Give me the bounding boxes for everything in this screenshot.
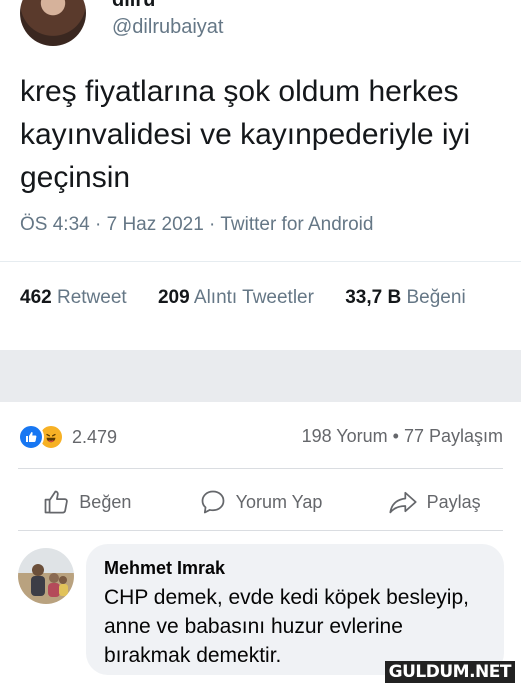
like-label: Beğeni	[406, 287, 466, 308]
tweet-text: kreş fiyatlarına şok oldum herkes kayınv…	[20, 75, 471, 194]
retweet-stat[interactable]: 462 Retweet	[20, 287, 127, 308]
divider	[18, 530, 503, 531]
thumbs-up-icon	[44, 490, 69, 514]
comment-icon	[201, 490, 225, 514]
tweet-display-name[interactable]: dilru	[112, 0, 155, 12]
section-separator	[0, 350, 521, 402]
comment-text: CHP demek, evde kedi köpek besleyip, ann…	[104, 586, 469, 667]
comment-button[interactable]: Yorum Yap	[174, 478, 348, 526]
quote-count: 209	[157, 287, 190, 308]
share-button-label: Paylaş	[426, 491, 481, 512]
comment-author-name[interactable]: Mehmet Imrak	[104, 558, 225, 579]
like-count: 33,7 B	[345, 287, 402, 308]
reactions-summary[interactable]: 2.479	[18, 424, 117, 450]
quote-stat[interactable]: 209 Alıntı Tweetler	[158, 287, 314, 308]
comment-button-label: Yorum Yap	[235, 491, 323, 512]
like-button-label: Beğen	[79, 491, 132, 512]
divider	[0, 261, 521, 262]
comment-share-counts[interactable]: 198 Yorum • 77 Paylaşım	[302, 426, 503, 447]
retweet-count: 462	[20, 287, 52, 308]
quote-label: Alıntı Tweetler	[193, 287, 314, 308]
share-icon	[389, 491, 417, 514]
comment-author-avatar[interactable]	[18, 548, 74, 604]
reaction-count: 2.479	[72, 426, 118, 447]
divider	[18, 468, 503, 469]
post-actions: Beğen Yorum Yap Paylaş	[0, 478, 521, 526]
tweet-meta: ÖS 4:34 · 7 Haz 2021 · Twitter for Andro…	[20, 214, 374, 235]
like-stat[interactable]: 33,7 B Beğeni	[345, 287, 465, 308]
retweet-label: Retweet	[56, 287, 127, 308]
share-button[interactable]: Paylaş	[347, 478, 521, 526]
tweet-author-avatar[interactable]	[20, 0, 86, 46]
like-button[interactable]: Beğen	[0, 478, 174, 526]
tweet-stats: 462 Retweet 209 Alıntı Tweetler 33,7 B B…	[20, 287, 466, 309]
like-reaction-icon	[18, 424, 44, 450]
tweet-handle[interactable]: @dilrubaiyat	[112, 16, 223, 39]
